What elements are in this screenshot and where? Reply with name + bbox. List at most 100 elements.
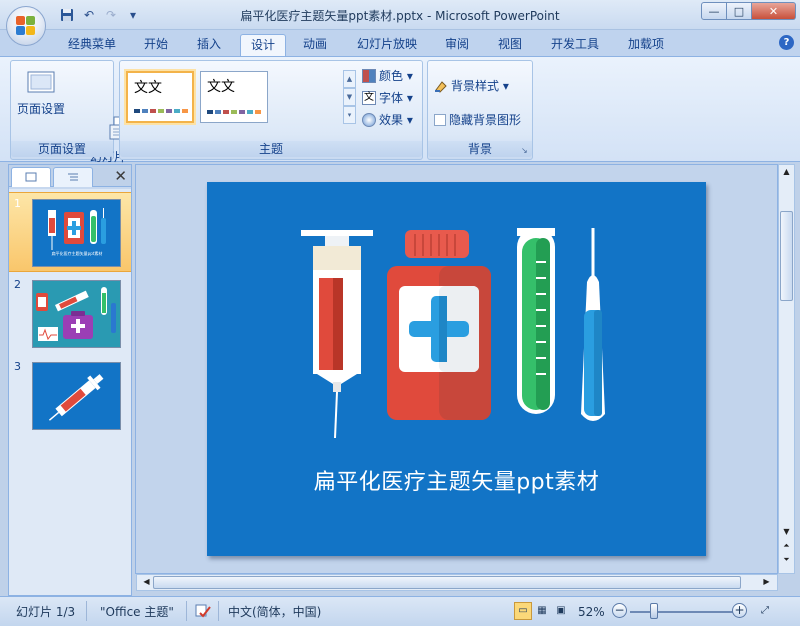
hide-background-checkbox[interactable] — [434, 114, 446, 126]
group-label-page-setup: 页面设置 — [11, 141, 113, 157]
slide-thumbnails: 1 扁平化医疗主题矢量ppt素材 2 3 — [9, 189, 131, 595]
background-styles-button[interactable]: 背景样式 ▾ — [434, 77, 509, 95]
scroll-left-icon[interactable]: ◀ — [139, 577, 154, 586]
colors-button[interactable]: 颜色 ▾ — [362, 67, 413, 85]
tab-insert[interactable]: 插入 — [187, 34, 231, 56]
effects-button[interactable]: 效果 ▾ — [362, 111, 413, 129]
theme-gallery-scroll: ▲ ▼ ▾ — [343, 70, 356, 126]
tab-outline-view[interactable] — [53, 167, 93, 187]
group-page-setup: 页面设置 幻灯片 方向 ▾ 页面设置 — [10, 60, 131, 180]
tab-view[interactable]: 视图 — [488, 34, 532, 56]
maximize-button[interactable]: □ — [727, 2, 752, 20]
medical-illustration — [301, 228, 605, 439]
slide-counter: 幻灯片 1/3 — [16, 605, 76, 619]
gallery-down-icon[interactable]: ▼ — [343, 88, 356, 106]
hide-background-graphics[interactable]: 隐藏背景图形 — [434, 111, 521, 129]
window-title: 扁平化医疗主题矢量ppt素材.pptx - Microsoft PowerPoi… — [240, 9, 560, 23]
group-background: 背景样式 ▾ 隐藏背景图形 背景 ↘ — [427, 60, 533, 160]
colors-icon — [362, 69, 376, 83]
normal-view-icon[interactable]: ▭ — [514, 602, 532, 620]
tab-animation[interactable]: 动画 — [293, 34, 337, 56]
theme-alt-text: 文文 — [207, 79, 235, 95]
office-button[interactable] — [6, 6, 46, 46]
horizontal-scroll-thumb[interactable] — [153, 576, 741, 589]
fonts-icon: 文 — [362, 91, 376, 105]
status-separator — [186, 601, 187, 621]
next-slide-icon[interactable]: ⏷ — [779, 555, 794, 565]
status-separator — [218, 601, 219, 621]
zoom-out-icon[interactable]: − — [612, 603, 627, 618]
office-logo-icon — [16, 16, 36, 36]
background-styles-label: 背景样式 ▾ — [451, 79, 509, 93]
hide-background-label: 隐藏背景图形 — [449, 113, 522, 127]
zoom-level[interactable]: 52% — [578, 604, 605, 620]
window-controls: — □ ✕ — [701, 2, 796, 20]
colors-label: 颜色 ▾ — [379, 69, 413, 83]
tab-classic-menu[interactable]: 经典菜单 — [58, 34, 126, 56]
scroll-down-icon[interactable]: ▼ — [779, 527, 794, 536]
ribbon-tabs: 经典菜单 开始 插入 设计 动画 幻灯片放映 审阅 视图 开发工具 加载项 ? — [0, 30, 800, 57]
slide-title[interactable]: 扁平化医疗主题矢量ppt素材 — [207, 464, 706, 496]
slide-thumbnail-1[interactable]: 1 扁平化医疗主题矢量ppt素材 — [9, 192, 131, 272]
previous-slide-icon[interactable]: ⏶ — [779, 541, 794, 551]
fit-to-window-icon[interactable]: ⤢ — [756, 602, 774, 620]
close-button[interactable]: ✕ — [752, 2, 796, 20]
status-separator — [86, 601, 87, 621]
slide-editor: 扁平化医疗主题矢量ppt素材 — [135, 164, 778, 574]
tab-addins[interactable]: 加载项 — [618, 34, 674, 56]
slideshow-view-icon[interactable]: ▣ — [552, 602, 570, 620]
slide-thumb-image: 扁平化医疗主题矢量ppt素材 — [32, 199, 121, 267]
zoom-slider-track[interactable] — [630, 611, 734, 613]
tab-slides-view[interactable] — [11, 167, 51, 187]
vertical-scroll-thumb[interactable] — [780, 211, 793, 301]
language-indicator[interactable]: 中文(简体，中国) — [228, 604, 321, 620]
tab-developer[interactable]: 开发工具 — [541, 34, 609, 56]
vertical-scrollbar[interactable]: ▲ ▼ ⏶ ⏷ — [778, 164, 795, 574]
slides-pane-tabs: ✕ — [9, 165, 131, 187]
svg-text:扁平化医疗主题矢量ppt素材: 扁平化医疗主题矢量ppt素材 — [52, 250, 103, 256]
slide-canvas[interactable]: 扁平化医疗主题矢量ppt素材 — [207, 182, 706, 556]
fonts-button[interactable]: 文 字体 ▾ — [362, 89, 413, 107]
slide-number: 3 — [14, 360, 21, 373]
theme-office-swatches — [134, 109, 188, 113]
scroll-right-icon[interactable]: ▶ — [759, 577, 774, 586]
close-pane-icon[interactable]: ✕ — [114, 167, 127, 185]
page-setup-button[interactable]: 页面设置 — [15, 67, 67, 117]
theme-alt-swatches — [207, 110, 261, 114]
tab-design[interactable]: 设计 — [240, 34, 287, 57]
gallery-more-icon[interactable]: ▾ — [343, 106, 356, 124]
slide-number: 1 — [14, 197, 21, 210]
theme-alt[interactable]: 文文 — [200, 71, 268, 123]
minimize-button[interactable]: — — [701, 2, 727, 20]
tab-review[interactable]: 审阅 — [435, 34, 479, 56]
zoom-slider-knob[interactable] — [650, 603, 658, 619]
spell-check-icon[interactable] — [194, 604, 212, 620]
test-tube-graphic — [517, 228, 555, 414]
dialog-launcher-icon[interactable]: ↘ — [521, 147, 529, 155]
theme-office[interactable]: 文文 — [126, 71, 194, 123]
tab-home[interactable]: 开始 — [134, 34, 178, 56]
gallery-up-icon[interactable]: ▲ — [343, 70, 356, 88]
fonts-label: 字体 ▾ — [379, 91, 413, 105]
group-themes: 文文 文文 ▲ ▼ ▾ 颜色 ▾ 文 字体 ▾ 效果 ▾ 主题 — [119, 60, 423, 160]
slide-thumb-image — [32, 280, 121, 348]
ribbon: 页面设置 幻灯片 方向 ▾ 页面设置 文文 文文 ▲ ▼ ▾ — [0, 56, 800, 180]
help-icon[interactable]: ? — [779, 35, 794, 50]
page-setup-icon — [26, 67, 56, 97]
syringe-graphic — [301, 230, 373, 439]
scroll-up-icon[interactable]: ▲ — [779, 167, 794, 176]
slide-sorter-icon[interactable]: ▦ — [533, 602, 551, 620]
slide-thumb-image — [32, 362, 121, 430]
slide-thumbnail-3[interactable]: 3 — [9, 356, 131, 436]
zoom-in-icon[interactable]: + — [732, 603, 747, 618]
tab-slideshow[interactable]: 幻灯片放映 — [347, 34, 427, 56]
background-styles-icon — [434, 79, 448, 93]
theme-office-text: 文文 — [134, 80, 162, 96]
horizontal-scrollbar[interactable]: ◀ ▶ — [136, 574, 778, 591]
slide-thumbnail-2[interactable]: 2 — [9, 274, 131, 354]
title-bar: ↶ ↷ ▾ 扁平化医疗主题矢量ppt素材.pptx - Microsoft Po… — [0, 0, 800, 30]
slides-pane: ✕ 1 扁平化医疗主题矢量ppt素材 2 3 — [8, 164, 132, 596]
theme-name: "Office 主题" — [100, 605, 174, 619]
group-label-background: 背景 — [428, 141, 532, 157]
orientation-icon — [75, 99, 131, 140]
